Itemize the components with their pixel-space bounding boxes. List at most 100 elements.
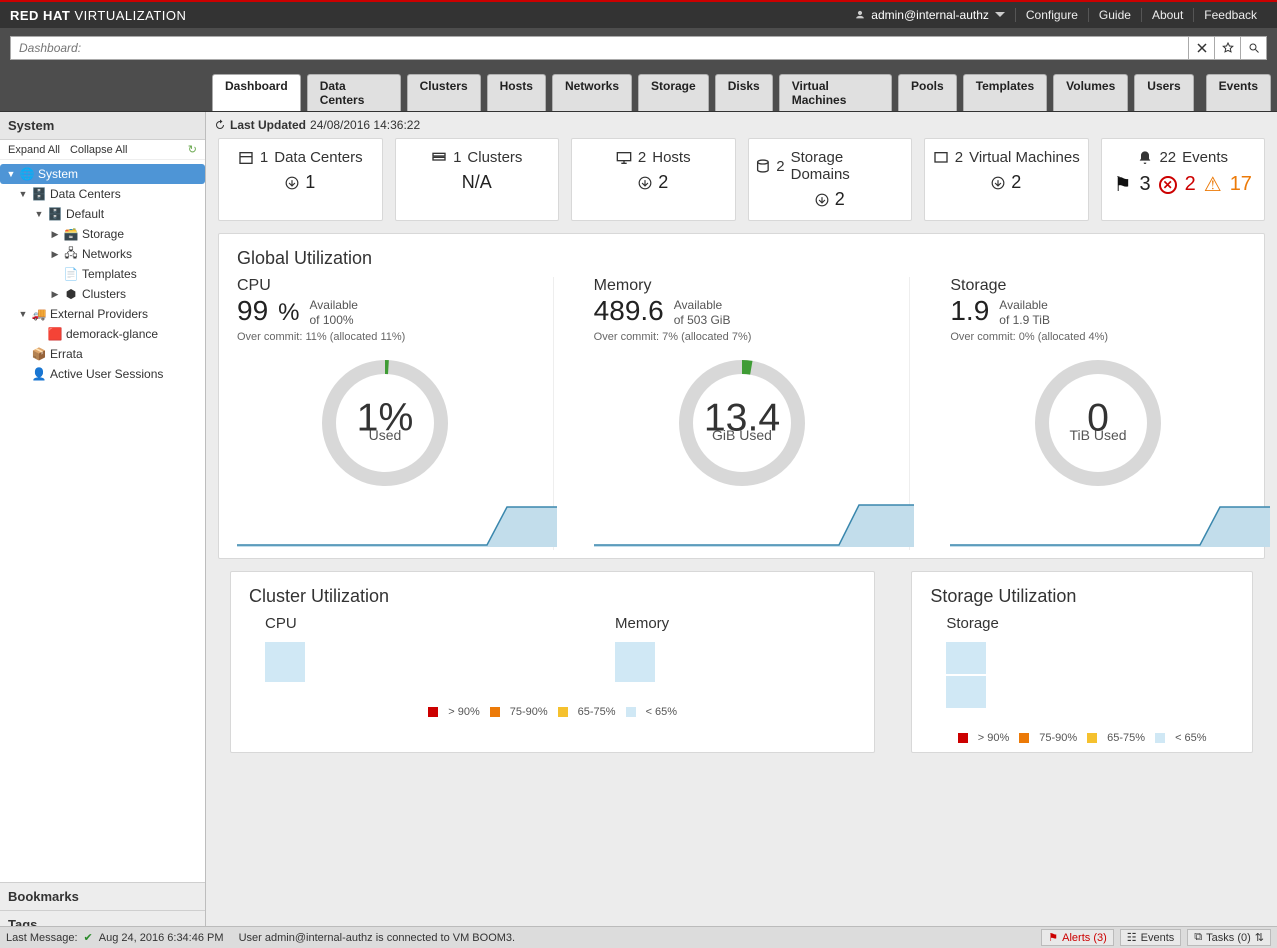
- expand-all[interactable]: Expand All: [8, 144, 60, 156]
- tab-templates[interactable]: Templates: [963, 74, 1047, 111]
- nav-feedback[interactable]: Feedback: [1194, 8, 1267, 22]
- refresh-icon[interactable]: ↻: [188, 143, 197, 156]
- search-input[interactable]: [11, 41, 1188, 55]
- nav-configure[interactable]: Configure: [1016, 8, 1088, 22]
- content: Last Updated 24/08/2016 14:36:22 1 Data …: [206, 112, 1277, 938]
- heat-cell[interactable]: [615, 642, 655, 682]
- nav-guide[interactable]: Guide: [1089, 8, 1141, 22]
- tree-templates[interactable]: 📄 Templates: [0, 264, 205, 284]
- sparkline-memory: [594, 497, 914, 547]
- status-message: User admin@internal-authz is connected t…: [239, 932, 516, 944]
- user-label: admin@internal-authz: [871, 8, 989, 22]
- close-icon: [1196, 42, 1208, 54]
- status-tasks[interactable]: ⧉Tasks (0)⇅: [1187, 929, 1271, 946]
- tab-pools[interactable]: Pools: [898, 74, 957, 111]
- tree-networks[interactable]: ▶ 🖧 Networks: [0, 244, 205, 264]
- tree-system[interactable]: ▼ 🌐 System: [0, 164, 205, 184]
- global-utilization: Global Utilization CPU 99% Availableof 1…: [218, 233, 1265, 559]
- search-input-wrapper: [10, 36, 1189, 60]
- tree-label: Default: [66, 207, 104, 221]
- sidebar-bookmarks[interactable]: Bookmarks: [0, 882, 205, 910]
- heat-cell[interactable]: [265, 642, 305, 682]
- last-updated-value: 24/08/2016 14:36:22: [310, 118, 420, 132]
- globe-icon: 🌐: [20, 167, 34, 181]
- tab-vms[interactable]: Virtual Machines: [779, 74, 892, 111]
- brand-logo: RED HAT VIRTUALIZATION: [10, 8, 186, 23]
- arrow-up-icon: [285, 176, 299, 190]
- cluster-icon: ⬢: [64, 287, 78, 301]
- tree-sessions[interactable]: 👤 Active User Sessions: [0, 364, 205, 384]
- tasks-icon: ⧉: [1194, 931, 1202, 944]
- bookmark-button[interactable]: [1215, 36, 1241, 60]
- heat-cell[interactable]: [946, 676, 986, 708]
- card-data-centers[interactable]: 1 Data Centers 1: [218, 138, 383, 221]
- tab-volumes[interactable]: Volumes: [1053, 74, 1128, 111]
- card-events[interactable]: 22 Events ⚑3 ✕2 ⚠17: [1101, 138, 1266, 221]
- storage-icon: [755, 158, 771, 174]
- network-icon: 🖧: [64, 247, 78, 261]
- user-icon: [855, 10, 865, 20]
- chevron-down-icon: [995, 10, 1005, 20]
- search-button[interactable]: [1241, 36, 1267, 60]
- tab-events[interactable]: Events: [1206, 74, 1271, 111]
- tab-data-centers[interactable]: Data Centers: [307, 74, 401, 111]
- tab-networks[interactable]: Networks: [552, 74, 632, 111]
- util-title: Storage: [950, 277, 1246, 295]
- tab-users[interactable]: Users: [1134, 74, 1193, 111]
- tab-strip: Dashboard Data Centers Clusters Hosts Ne…: [0, 68, 1277, 112]
- summary-cards: 1 Data Centers 1 1 Clusters N/A 2 Hosts …: [206, 138, 1277, 233]
- heat-cell[interactable]: [946, 642, 986, 674]
- sparkline-storage: [950, 497, 1270, 547]
- panel-title: Global Utilization: [237, 248, 1246, 269]
- vm-icon: [933, 150, 949, 166]
- util-title: Memory: [594, 277, 890, 295]
- nav-about[interactable]: About: [1142, 8, 1193, 22]
- flag-icon: ⚑: [1114, 172, 1132, 197]
- tab-hosts[interactable]: Hosts: [487, 74, 546, 111]
- glance-icon: 🟥: [48, 327, 62, 341]
- tree-storage[interactable]: ▶ 🗃️ Storage: [0, 224, 205, 244]
- util-cpu: CPU 99% Availableof 100% Over commit: 11…: [237, 277, 554, 550]
- card-hosts[interactable]: 2 Hosts 2: [571, 138, 736, 221]
- clear-button[interactable]: [1189, 36, 1215, 60]
- bell-icon: [1137, 150, 1153, 166]
- tree-default[interactable]: ▼ 🗄️ Default: [0, 204, 205, 224]
- storage-utilization: Storage Utilization Storage > 90% 75-90%…: [911, 571, 1253, 753]
- tree-label: Data Centers: [50, 187, 121, 201]
- error-icon: ✕: [1159, 176, 1177, 194]
- tree-label: Active User Sessions: [50, 367, 163, 381]
- user-menu[interactable]: admin@internal-authz: [845, 8, 1015, 22]
- check-icon: ✔: [84, 931, 93, 944]
- tree: ▼ 🌐 System ▼ 🗄️ Data Centers ▼ 🗄️ Defaul…: [0, 160, 205, 882]
- search-icon: [1248, 42, 1260, 54]
- topbar: RED HAT VIRTUALIZATION admin@internal-au…: [0, 2, 1277, 28]
- tab-dashboard[interactable]: Dashboard: [212, 74, 301, 111]
- datacenter-icon: 🗄️: [48, 207, 62, 221]
- status-alerts[interactable]: ⚑Alerts (3): [1041, 929, 1114, 946]
- tree-data-centers[interactable]: ▼ 🗄️ Data Centers: [0, 184, 205, 204]
- tree-label: demorack-glance: [66, 327, 158, 341]
- card-clusters[interactable]: 1 Clusters N/A: [395, 138, 560, 221]
- tree-errata[interactable]: 📦 Errata: [0, 344, 205, 364]
- status-events[interactable]: ☷Events: [1120, 929, 1182, 946]
- tab-clusters[interactable]: Clusters: [407, 74, 481, 111]
- svg-text:GiB Used: GiB Used: [712, 427, 772, 443]
- tab-disks[interactable]: Disks: [715, 74, 773, 111]
- refresh-icon[interactable]: [214, 119, 226, 131]
- card-storage-domains[interactable]: 2 Storage Domains 2: [748, 138, 913, 221]
- legend: > 90% 75-90% 65-75% < 65%: [249, 706, 856, 718]
- tree-external-providers[interactable]: ▼ 🚚 External Providers: [0, 304, 205, 324]
- card-vms[interactable]: 2 Virtual Machines 2: [924, 138, 1089, 221]
- cluster-utilization: Cluster Utilization CPU Memory > 90% 75-…: [230, 571, 875, 753]
- panel-title: Cluster Utilization: [249, 586, 856, 607]
- tree-demorack[interactable]: 🟥 demorack-glance: [0, 324, 205, 344]
- template-icon: 📄: [64, 267, 78, 281]
- tree-label: Errata: [50, 347, 83, 361]
- tree-label: Clusters: [82, 287, 126, 301]
- collapse-all[interactable]: Collapse All: [70, 144, 127, 156]
- star-icon: [1222, 42, 1234, 54]
- util-memory: Memory 489.6 Availableof 503 GiB Over co…: [594, 277, 911, 550]
- sidebar-header: System: [0, 112, 205, 140]
- tab-storage[interactable]: Storage: [638, 74, 709, 111]
- tree-clusters[interactable]: ▶ ⬢ Clusters: [0, 284, 205, 304]
